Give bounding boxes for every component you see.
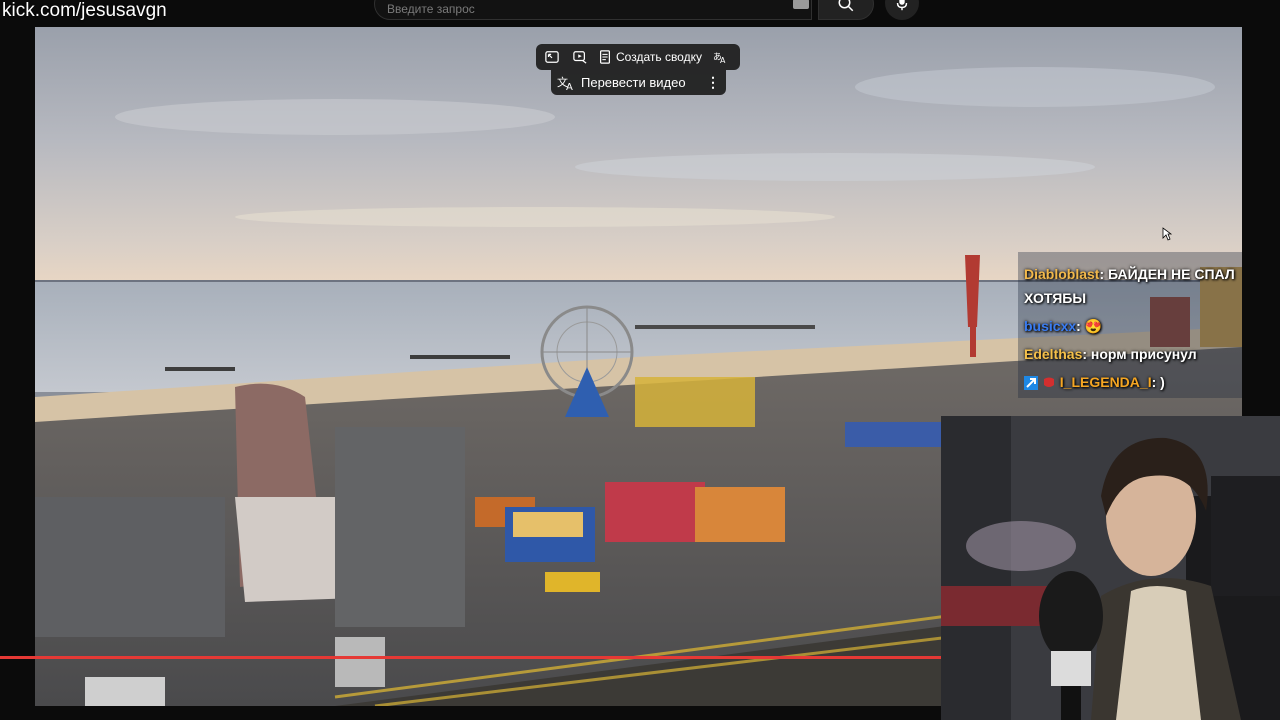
chat-username: I_LEGENDA_I bbox=[1059, 374, 1152, 390]
badge-icon bbox=[1043, 377, 1054, 388]
create-summary-button[interactable]: Создать сводку bbox=[598, 50, 702, 64]
twitch-prime-icon bbox=[1024, 376, 1038, 391]
more-icon[interactable]: ⋮ bbox=[706, 74, 720, 91]
translate-video-button[interactable]: 文A Перевести видео ⋮ bbox=[551, 70, 726, 95]
streamer-webcam bbox=[941, 416, 1280, 720]
svg-text:A: A bbox=[720, 56, 726, 64]
screen: kick.com/jesusavgn bbox=[0, 0, 1280, 720]
chat-separator: : bbox=[1099, 266, 1109, 282]
mouse-cursor-icon bbox=[1162, 227, 1172, 241]
chat-separator: : bbox=[1082, 346, 1091, 362]
chat-overlay: Diabloblast: БАЙДЕН НЕ СПАЛ ХОТЯБЫ busic… bbox=[1018, 252, 1242, 398]
search-box[interactable] bbox=[374, 0, 812, 20]
search-input[interactable] bbox=[387, 0, 787, 19]
chat-text: норм присунул bbox=[1090, 346, 1197, 362]
pip-icon[interactable] bbox=[542, 47, 562, 67]
chat-text: ХОТЯБЫ bbox=[1024, 290, 1087, 306]
chat-text: 😍 bbox=[1084, 318, 1103, 334]
chat-separator: : bbox=[1151, 374, 1161, 390]
chat-message: busicxx: 😍 bbox=[1024, 314, 1102, 338]
search-button[interactable] bbox=[818, 0, 874, 20]
svg-text:A: A bbox=[566, 82, 573, 91]
video-overlay-toolbar: Создать сводку あA bbox=[536, 44, 740, 70]
chat-message: ХОТЯБЫ bbox=[1024, 286, 1086, 310]
search-icon bbox=[838, 0, 854, 12]
translate-icon: 文A bbox=[557, 75, 573, 91]
chat-message: Edelthas: норм присунул bbox=[1024, 342, 1197, 366]
voice-search-button[interactable] bbox=[885, 0, 919, 20]
chat-username: busicxx bbox=[1024, 318, 1077, 334]
chat-text: ) bbox=[1160, 374, 1165, 390]
chat-message: I_LEGENDA_I: ) bbox=[1024, 370, 1165, 394]
webcam-scene bbox=[941, 416, 1280, 720]
create-summary-label: Создать сводку bbox=[616, 50, 702, 64]
keyboard-icon[interactable] bbox=[793, 0, 809, 9]
stream-url-watermark: kick.com/jesusavgn bbox=[2, 0, 167, 21]
chat-username: Edelthas bbox=[1024, 346, 1083, 362]
mic-icon bbox=[896, 0, 908, 11]
summary-icon bbox=[600, 50, 610, 64]
chat-message: Diabloblast: БАЙДЕН НЕ СПАЛ bbox=[1024, 262, 1235, 286]
chat-separator: : bbox=[1076, 318, 1085, 334]
chat-username: Diabloblast bbox=[1024, 266, 1100, 282]
video-progress-bar[interactable] bbox=[0, 656, 941, 659]
translate-icon[interactable]: あA bbox=[710, 47, 730, 67]
chat-text: БАЙДЕН НЕ СПАЛ bbox=[1108, 266, 1235, 282]
play-queue-icon[interactable] bbox=[570, 47, 590, 67]
translate-video-label: Перевести видео bbox=[581, 75, 686, 90]
